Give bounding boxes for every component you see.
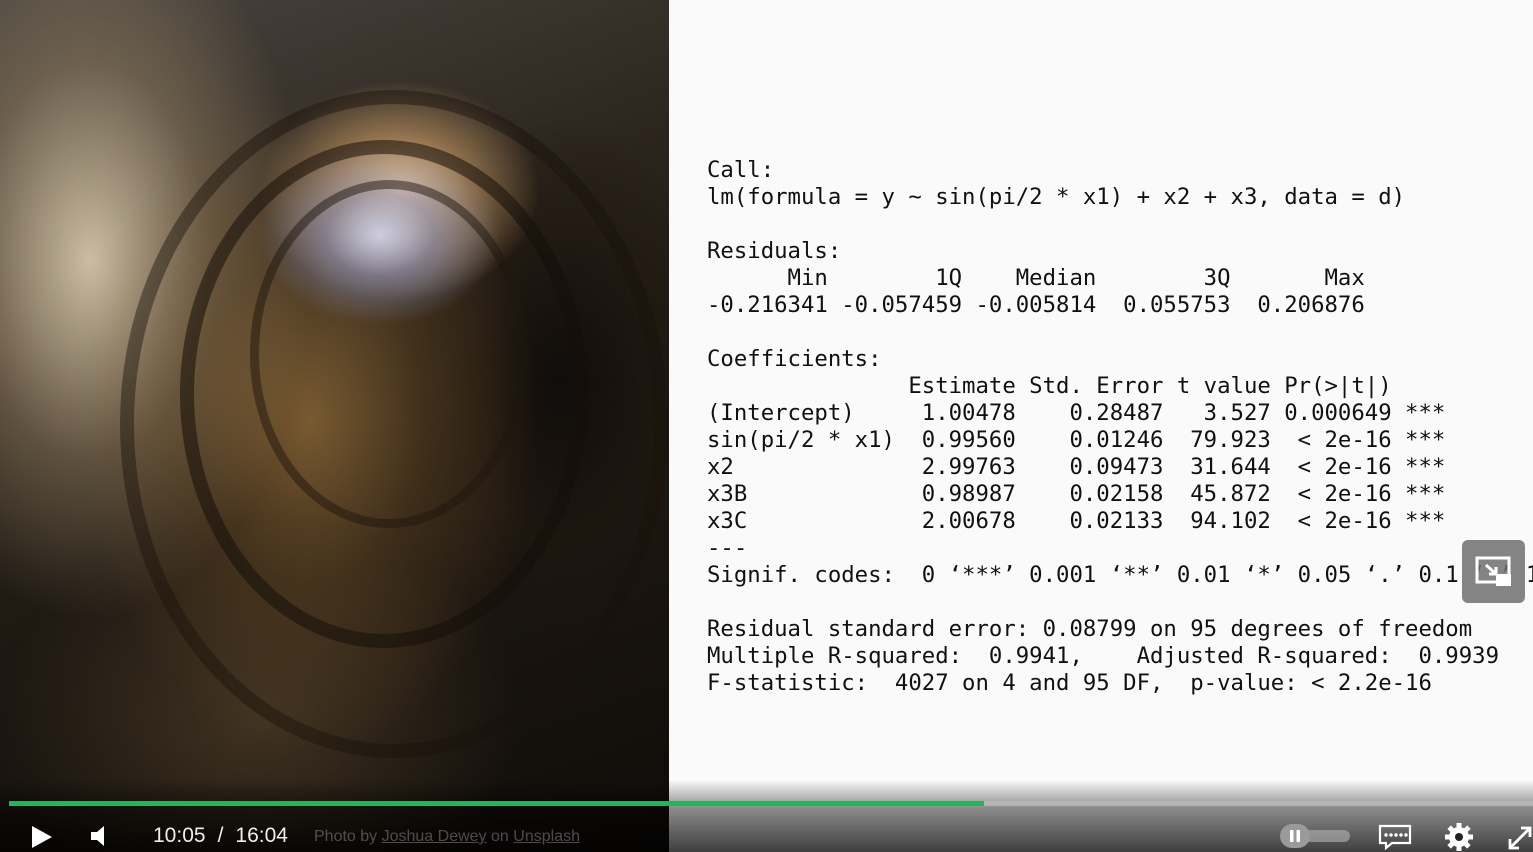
progress-bar[interactable]: [9, 801, 1533, 806]
credit-site-link[interactable]: Unsplash: [513, 828, 580, 845]
play-icon: [32, 826, 52, 848]
wave-photo: [0, 0, 669, 852]
video-player[interactable]: Call: lm(formula = y ~ sin(pi/2 * x1) + …: [0, 0, 1533, 852]
credit-prefix: Photo by: [314, 828, 378, 845]
play-button[interactable]: [28, 824, 54, 850]
time-display: 10:05 / 16:04: [153, 824, 288, 848]
duration: 16:04: [235, 824, 288, 847]
pause-icon: [1290, 830, 1300, 842]
volume-button[interactable]: [88, 823, 114, 849]
slide-panel: Call: lm(formula = y ~ sin(pi/2 * x1) + …: [669, 0, 1533, 852]
speed-knob[interactable]: [1280, 824, 1310, 848]
credit-author-link[interactable]: Joshua Dewey: [382, 828, 487, 845]
speed-slider[interactable]: [1280, 824, 1350, 848]
picture-in-picture-icon: [1475, 556, 1511, 586]
captions-button[interactable]: [1378, 824, 1412, 851]
fullscreen-button[interactable]: [1506, 822, 1533, 852]
progress-fill: [9, 801, 984, 806]
volume-icon: [91, 826, 104, 846]
time-separator: /: [217, 824, 224, 847]
captions-icon: [1378, 824, 1412, 851]
gear-icon: [1445, 823, 1473, 851]
photo-credit: Photo by Joshua Dewey on Unsplash: [314, 828, 580, 846]
picture-in-picture-button[interactable]: [1462, 540, 1525, 603]
credit-middle: on: [491, 828, 509, 845]
settings-button[interactable]: [1444, 822, 1474, 852]
fullscreen-icon: [1508, 826, 1532, 850]
r-regression-output: Call: lm(formula = y ~ sin(pi/2 * x1) + …: [707, 157, 1533, 696]
current-time: 10:05: [153, 824, 206, 847]
